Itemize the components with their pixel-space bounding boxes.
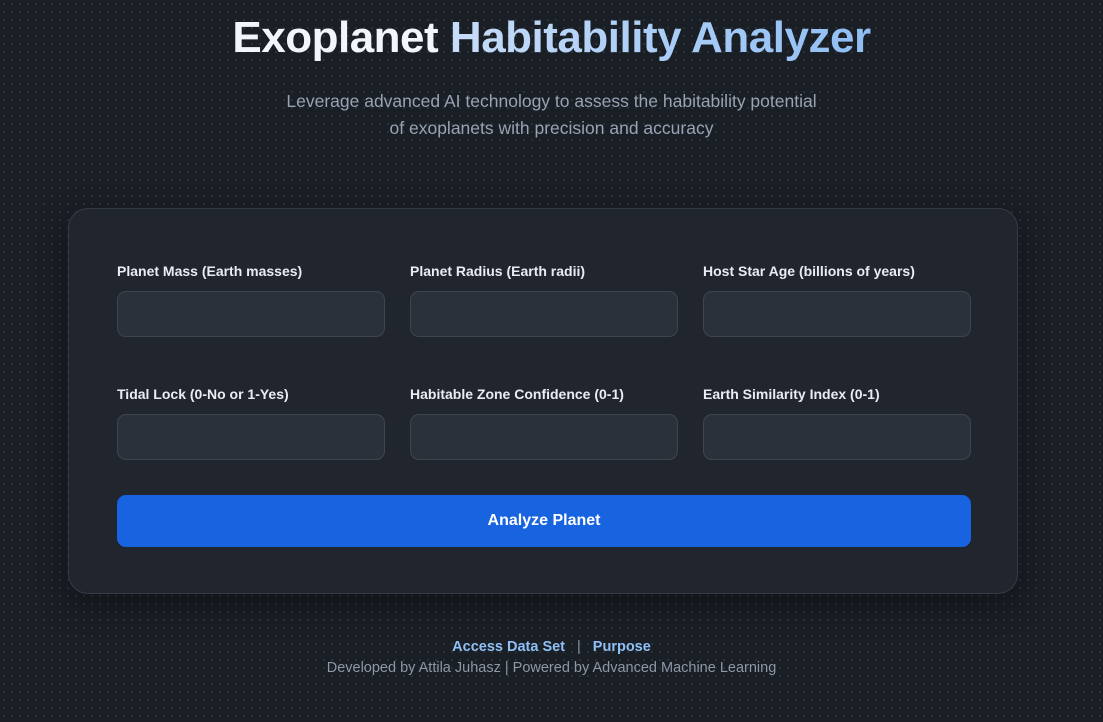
analyzer-form-card: Planet Mass (Earth masses) Planet Radius…: [68, 208, 1018, 594]
subtitle-line-1: Leverage advanced AI technology to asses…: [286, 91, 817, 111]
tidal-lock-label: Tidal Lock (0-No or 1-Yes): [117, 386, 289, 402]
planet-mass-input[interactable]: [117, 291, 385, 337]
planet-mass-field: Planet Mass (Earth masses): [117, 261, 385, 337]
title-habitability-analyzer: Habitability Analyzer: [449, 13, 871, 62]
footer-credits: Developed by Attila Juhasz | Powered by …: [326, 660, 777, 676]
habitable-zone-confidence-input[interactable]: [410, 414, 678, 460]
analyze-planet-button[interactable]: Analyze Planet: [117, 495, 971, 547]
page-title: Exoplanet Habitability Analyzer: [0, 12, 1103, 64]
earth-similarity-index-label: Earth Similarity Index (0-1): [703, 386, 880, 402]
page-subtitle: Leverage advanced AI technology to asses…: [0, 88, 1103, 142]
tidal-lock-field: Tidal Lock (0-No or 1-Yes): [117, 384, 385, 460]
planet-radius-label: Planet Radius (Earth radii): [410, 263, 586, 279]
footer-separator: |: [577, 639, 581, 655]
planet-mass-label: Planet Mass (Earth masses): [117, 263, 303, 279]
habitable-zone-confidence-label: Habitable Zone Confidence (0-1): [410, 386, 624, 402]
planet-radius-input[interactable]: [410, 291, 678, 337]
planet-radius-field: Planet Radius (Earth radii): [410, 261, 678, 337]
access-data-set-link[interactable]: Access Data Set: [452, 639, 565, 655]
earth-similarity-index-input[interactable]: [703, 414, 971, 460]
subtitle-line-2: of exoplanets with precision and accurac…: [389, 118, 714, 138]
host-star-age-field: Host Star Age (billions of years): [703, 261, 971, 337]
footer-links: Access Data Set | Purpose: [0, 637, 1103, 657]
tidal-lock-input[interactable]: [117, 414, 385, 460]
host-star-age-input[interactable]: [703, 291, 971, 337]
earth-similarity-index-field: Earth Similarity Index (0-1): [703, 384, 971, 460]
purpose-link[interactable]: Purpose: [593, 639, 651, 655]
habitable-zone-confidence-field: Habitable Zone Confidence (0-1): [410, 384, 678, 460]
title-word-exoplanet: Exoplanet: [232, 13, 439, 62]
host-star-age-label: Host Star Age (billions of years): [703, 263, 915, 279]
